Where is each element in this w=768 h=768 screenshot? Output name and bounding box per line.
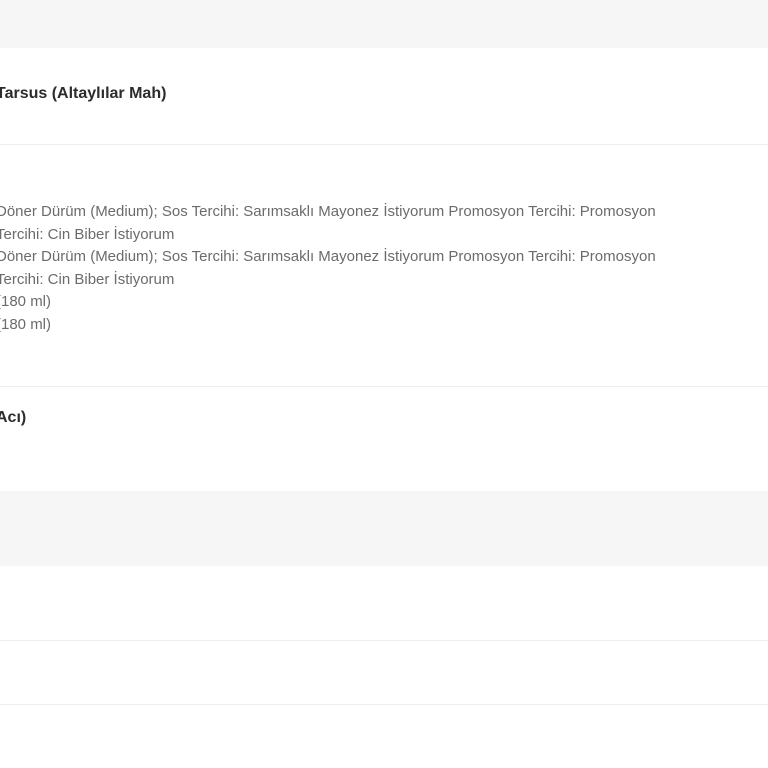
top-band <box>0 0 768 48</box>
order-detail-page: Tarsus (Altaylılar Mah) Döner Dürüm (Med… <box>0 0 768 768</box>
divider <box>0 704 768 705</box>
list-item: Tercihi: Cin Biber İstiyorum <box>0 225 175 243</box>
list-item: Döner Dürüm (Medium); Sos Tercihi: Sarım… <box>0 203 656 220</box>
list-item: Döner Dürüm (Medium); Sos Tercihi: Sarım… <box>0 248 656 266</box>
list-item: (180 ml) <box>0 315 52 333</box>
order-note: Acı) <box>0 409 27 426</box>
divider <box>0 640 768 641</box>
divider <box>0 386 768 387</box>
divider <box>0 144 768 145</box>
list-item: (180 ml) <box>0 293 52 311</box>
restaurant-name: Tarsus (Altaylılar Mah) <box>0 85 167 102</box>
order-items-list: Döner Dürüm (Medium); Sos Tercihi: Sarım… <box>0 201 768 337</box>
list-item: Tercihi: Cin Biber İstiyorum <box>0 270 175 288</box>
separator-band <box>0 491 768 566</box>
